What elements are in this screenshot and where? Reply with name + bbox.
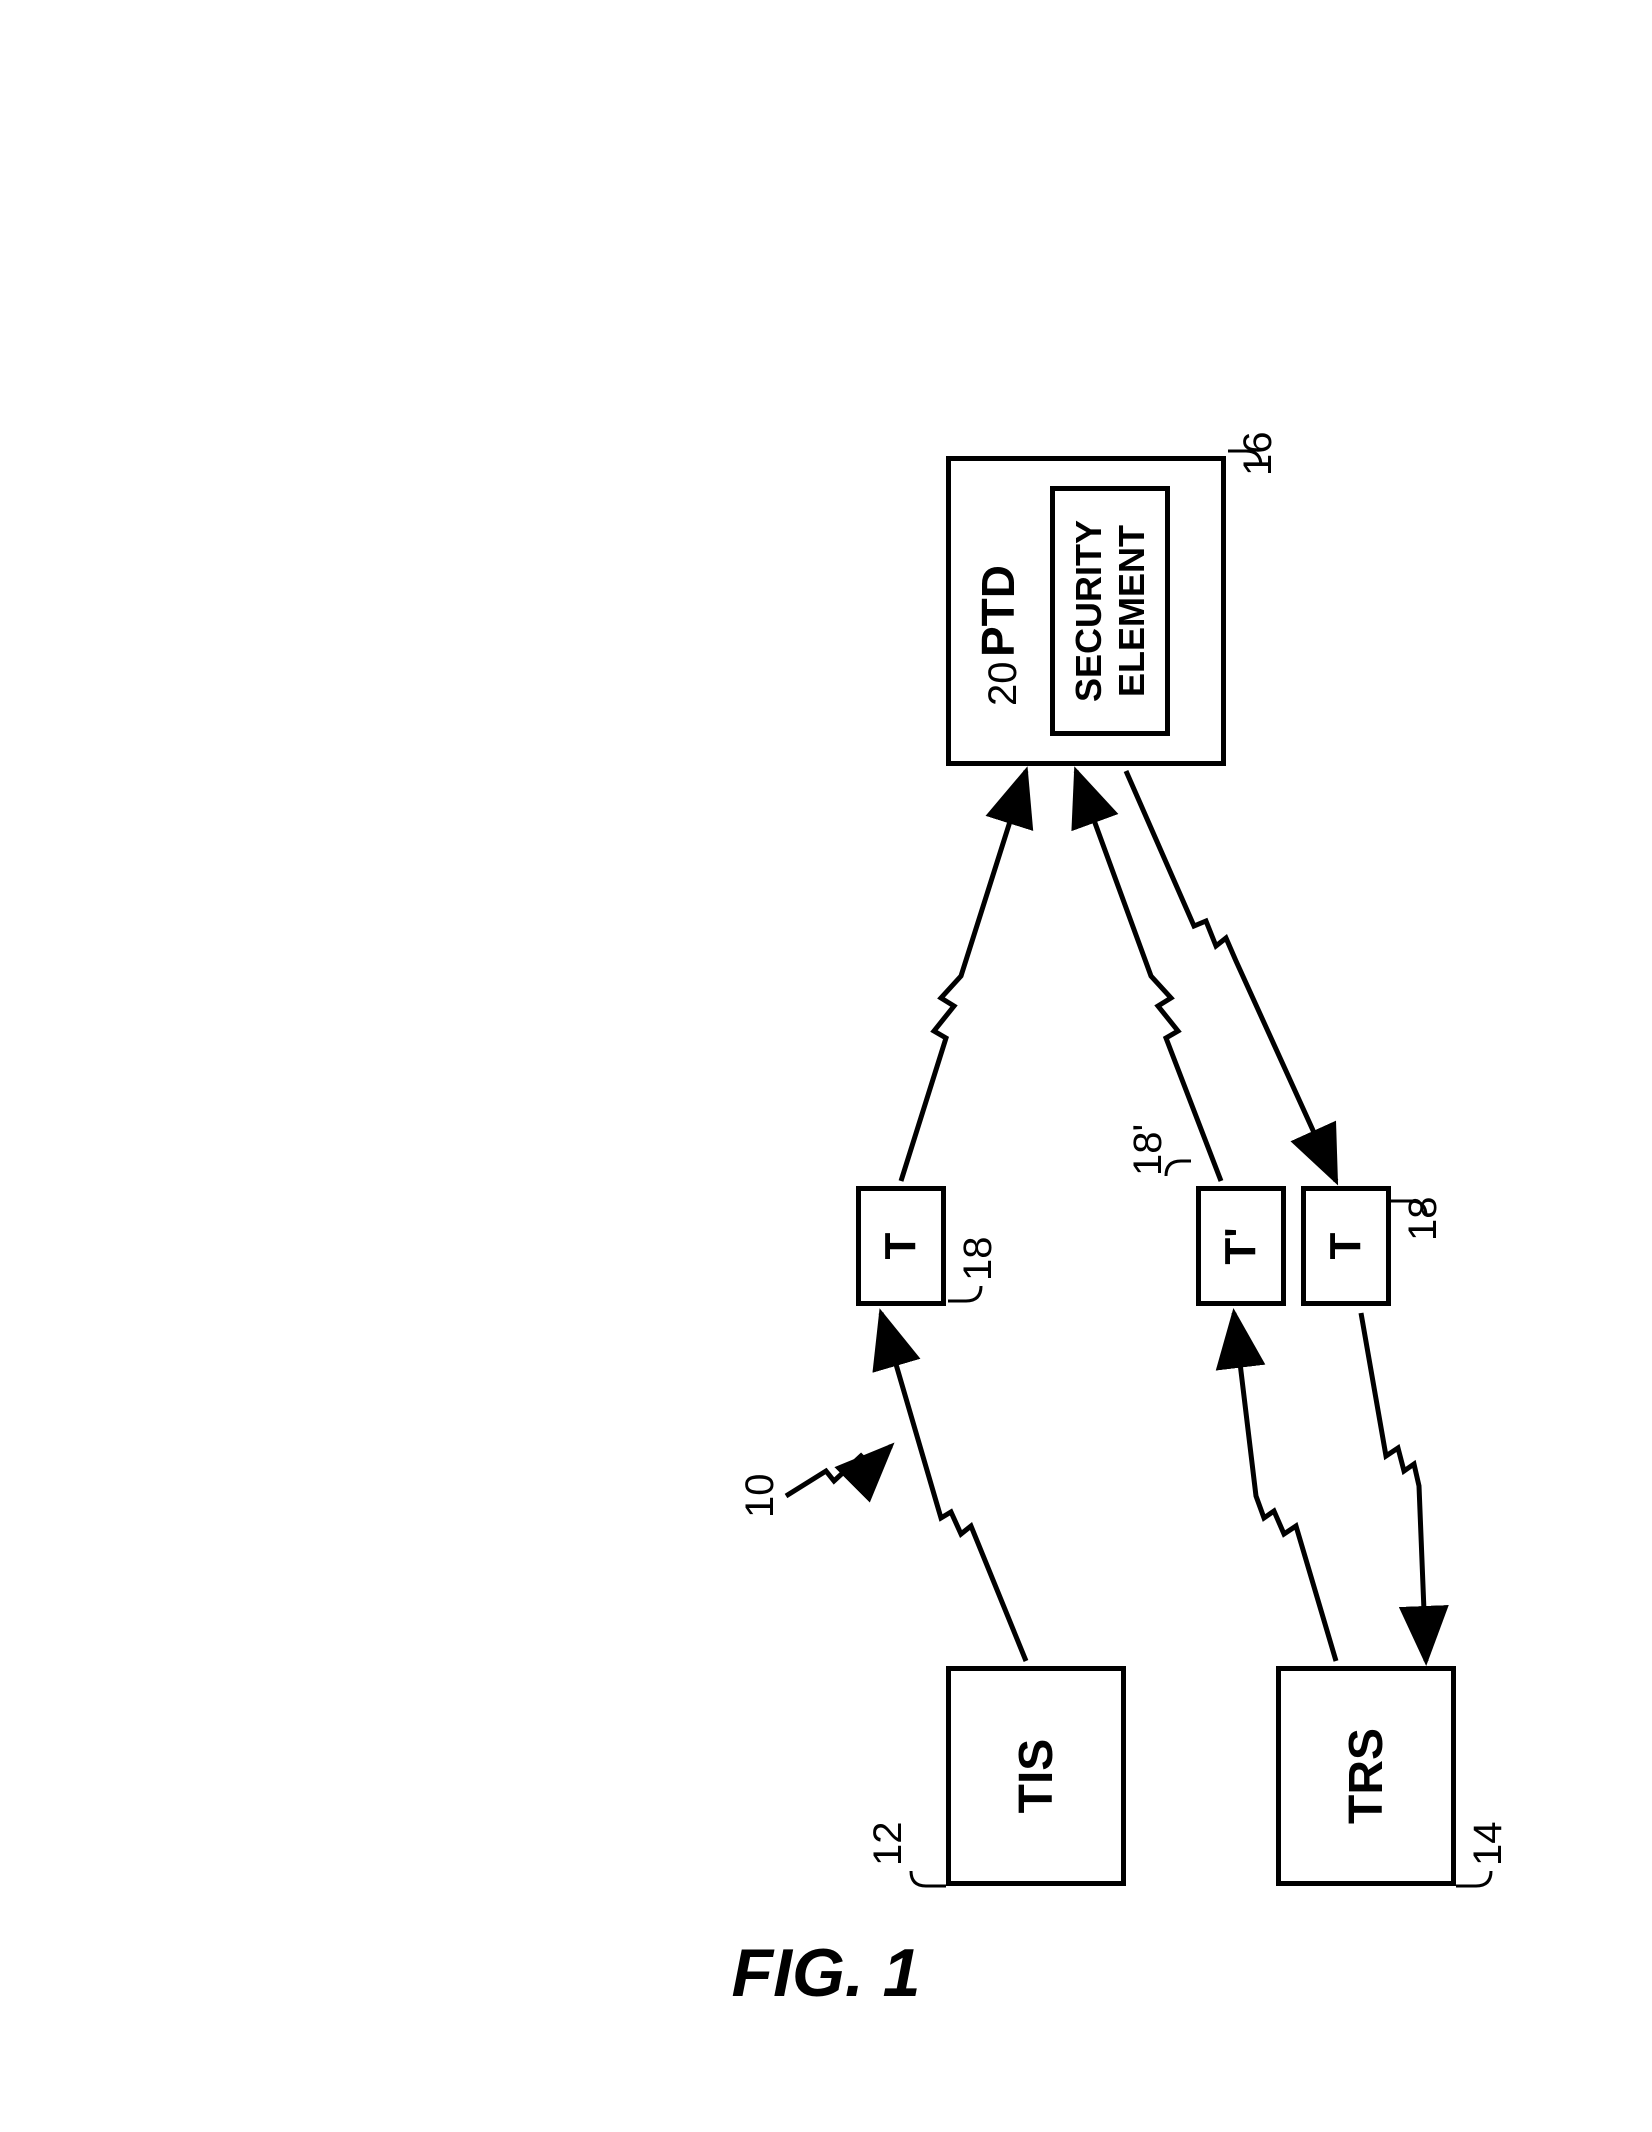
- t-top-box: T: [856, 1186, 946, 1306]
- tprime-box: T': [1196, 1186, 1286, 1306]
- security-ref: 20: [981, 662, 1026, 707]
- ptd-label: PTD: [971, 565, 1025, 657]
- tprime-ref: 18': [1126, 1124, 1171, 1176]
- tprime-label: T': [1216, 1227, 1266, 1264]
- t-top-ref: 18: [956, 1237, 1001, 1282]
- security-label: SECURITY ELEMENT: [1067, 491, 1153, 731]
- system-ref: 10: [738, 1474, 783, 1519]
- security-element-box: SECURITY ELEMENT: [1050, 486, 1170, 736]
- ptd-ref: 16: [1236, 432, 1281, 477]
- t-bottom-ref: 18: [1401, 1197, 1446, 1242]
- tis-box: TIS: [946, 1666, 1126, 1886]
- figure-label: FIG. 1: [732, 1934, 921, 2012]
- trs-box: TRS: [1276, 1666, 1456, 1886]
- ptd-box: PTD SECURITY ELEMENT: [946, 456, 1226, 766]
- tis-ref: 12: [866, 1822, 911, 1867]
- tis-label: TIS: [1009, 1739, 1064, 1814]
- t-top-label: T: [876, 1233, 926, 1260]
- trs-ref: 14: [1466, 1822, 1511, 1867]
- system-diagram: TIS 12 TRS 14 T 18 T' 18' T 18 PTD SECUR…: [126, 166, 1526, 1966]
- t-bottom-box: T: [1301, 1186, 1391, 1306]
- t-bottom-label: T: [1321, 1233, 1371, 1260]
- trs-label: TRS: [1339, 1728, 1394, 1824]
